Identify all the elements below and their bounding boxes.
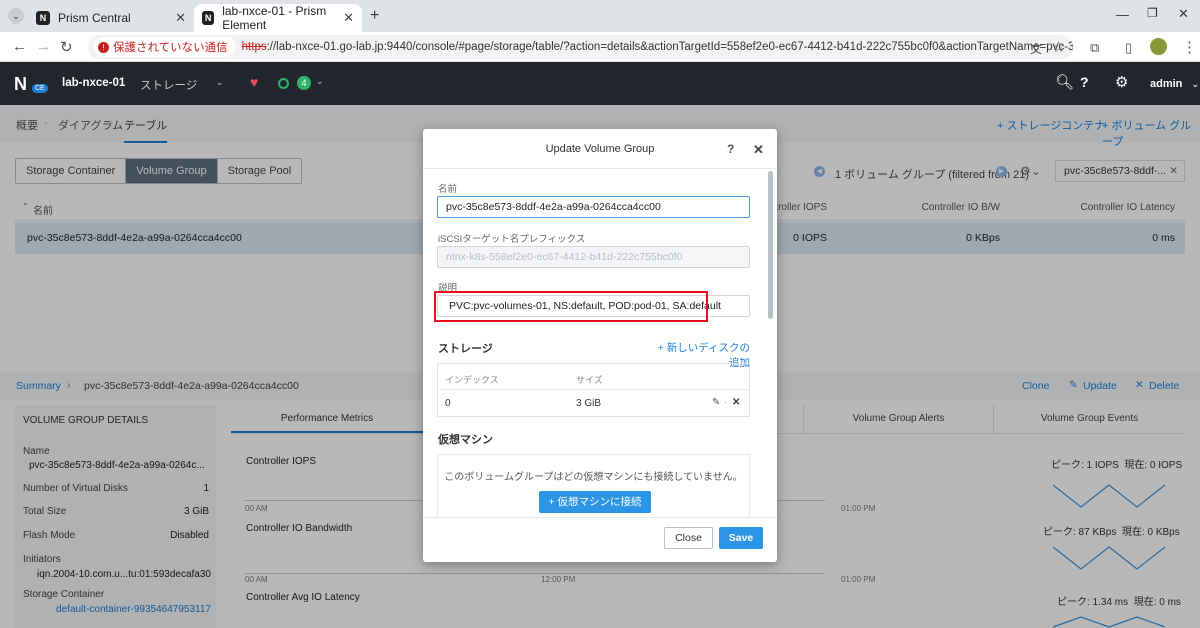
- url-field[interactable]: ! 保護されていない通信 https://lab-nxce-01.go-lab.…: [88, 35, 1073, 59]
- nutanix-logo[interactable]: N: [14, 74, 27, 95]
- dialog-footer-divider: [423, 517, 777, 518]
- iscsi-prefix-label: iSCSIターゲット名プレフィックス: [438, 234, 586, 245]
- nutanix-favicon-icon: N: [202, 11, 215, 25]
- update-volume-group-dialog: Update Volume Group ? ✕ 名前 pvc-35c8e573-…: [423, 129, 777, 562]
- browser-tab-prism-central[interactable]: N Prism Central ✕: [28, 4, 194, 32]
- bookmark-star-icon[interactable]: ☆: [1052, 38, 1065, 56]
- help-icon[interactable]: ?: [1080, 74, 1089, 90]
- url-text: ://lab-nxce-01.go-lab.jp:9440/console/#p…: [266, 41, 1073, 53]
- name-label: 名前: [438, 184, 458, 195]
- status-ring-icon[interactable]: [278, 78, 289, 89]
- edit-pencil-icon[interactable]: ✎: [712, 397, 720, 408]
- browser-tab-bar: ⌄ N Prism Central ✕ N lab-nxce-01 - Pris…: [0, 0, 1200, 32]
- security-warning-chip[interactable]: ! 保護されていない通信: [94, 37, 236, 57]
- search-icon[interactable]: 🔍︎: [1055, 73, 1074, 91]
- forward-icon[interactable]: →: [36, 38, 51, 55]
- gear-icon[interactable]: ⚙: [1115, 73, 1128, 91]
- browser-menu-icon[interactable]: ⋮: [1182, 38, 1197, 56]
- remove-disk-icon[interactable]: ✕: [732, 397, 740, 408]
- chevron-down-icon: ⌄: [1191, 79, 1200, 89]
- security-warning-text: 保護されていない通信: [113, 42, 228, 54]
- back-icon[interactable]: ←: [12, 38, 27, 55]
- cluster-name[interactable]: lab-nxce-01: [62, 77, 125, 89]
- dialog-scrollbar[interactable]: [768, 171, 773, 319]
- chevron-down-icon[interactable]: ⌄: [316, 76, 324, 87]
- iscsi-prefix-input: ntnx-k8s-558ef2e0-ec67-4412-b41d-222c755…: [437, 246, 750, 268]
- browser-tab-prism-element[interactable]: N lab-nxce-01 - Prism Element ✕: [194, 4, 362, 32]
- disk-size: 3 GiB: [576, 398, 602, 409]
- user-name: admin: [1150, 78, 1183, 90]
- user-menu[interactable]: admin ⌄: [1150, 78, 1199, 90]
- minimize-icon[interactable]: —: [1116, 7, 1129, 22]
- dot-separator: ·: [724, 397, 727, 407]
- section-dropdown[interactable]: ストレージ ⌄: [140, 77, 228, 93]
- description-highlight-box: [434, 291, 708, 322]
- disk-index: 0: [445, 398, 451, 409]
- tab-title: Prism Central: [58, 11, 131, 25]
- app-header: N CE lab-nxce-01 ストレージ ⌄ ♥ 4 ⌄ 🔍︎ ? ⚙ ad…: [0, 62, 1200, 105]
- disk-table-divider: [438, 389, 749, 390]
- tab-title: lab-nxce-01 - Prism Element: [222, 4, 327, 32]
- name-input[interactable]: pvc-35c8e573-8ddf-4e2a-a99a-0264cca4cc00: [437, 196, 750, 218]
- reload-icon[interactable]: ↻: [60, 38, 73, 56]
- dialog-header-divider: [423, 168, 777, 169]
- tab-search-icon[interactable]: ⌄: [8, 8, 24, 24]
- disk-col-index: インデックス: [445, 375, 499, 385]
- sidebar-icon[interactable]: ▯: [1125, 40, 1132, 56]
- address-bar: ← → ↻ ! 保護されていない通信 https://lab-nxce-01.g…: [0, 32, 1200, 62]
- close-button[interactable]: Close: [664, 527, 713, 549]
- profile-avatar[interactable]: [1150, 38, 1167, 55]
- storage-section-title: ストレージ: [438, 343, 493, 355]
- dialog-close-icon[interactable]: ✕: [753, 142, 764, 158]
- connect-vm-button[interactable]: + 仮想マシンに接続: [539, 491, 651, 513]
- alert-count-badge[interactable]: 4: [297, 76, 311, 90]
- disk-table: インデックス サイズ 0 3 GiB ✎ · ✕: [437, 363, 750, 417]
- close-icon[interactable]: ✕: [175, 10, 186, 26]
- dialog-title: Update Volume Group: [545, 143, 655, 155]
- translate-icon[interactable]: 文: [1030, 40, 1042, 57]
- url-scheme: https: [241, 41, 267, 53]
- vm-empty-text: このボリュームグループはどの仮想マシンにも接続していません。: [444, 472, 743, 483]
- warning-icon: !: [98, 41, 109, 53]
- new-tab-icon[interactable]: +: [370, 7, 379, 25]
- health-heart-icon[interactable]: ♥: [250, 74, 258, 90]
- window-close-icon[interactable]: ✕: [1178, 6, 1189, 22]
- section-label: ストレージ: [140, 80, 198, 92]
- ce-badge: CE: [32, 84, 48, 93]
- chevron-down-icon: ⌄: [216, 77, 224, 87]
- help-icon[interactable]: ?: [727, 142, 734, 156]
- extensions-icon[interactable]: ⧉: [1090, 40, 1099, 56]
- disk-col-size: サイズ: [576, 375, 603, 385]
- nutanix-favicon-icon: N: [36, 11, 50, 25]
- close-icon[interactable]: ✕: [343, 10, 354, 26]
- vm-empty-box: このボリュームグループはどの仮想マシンにも接続していません。 + 仮想マシンに接…: [437, 454, 750, 518]
- restore-icon[interactable]: ❐: [1147, 6, 1158, 20]
- vm-section-title: 仮想マシン: [438, 434, 493, 446]
- save-button[interactable]: Save: [719, 527, 763, 549]
